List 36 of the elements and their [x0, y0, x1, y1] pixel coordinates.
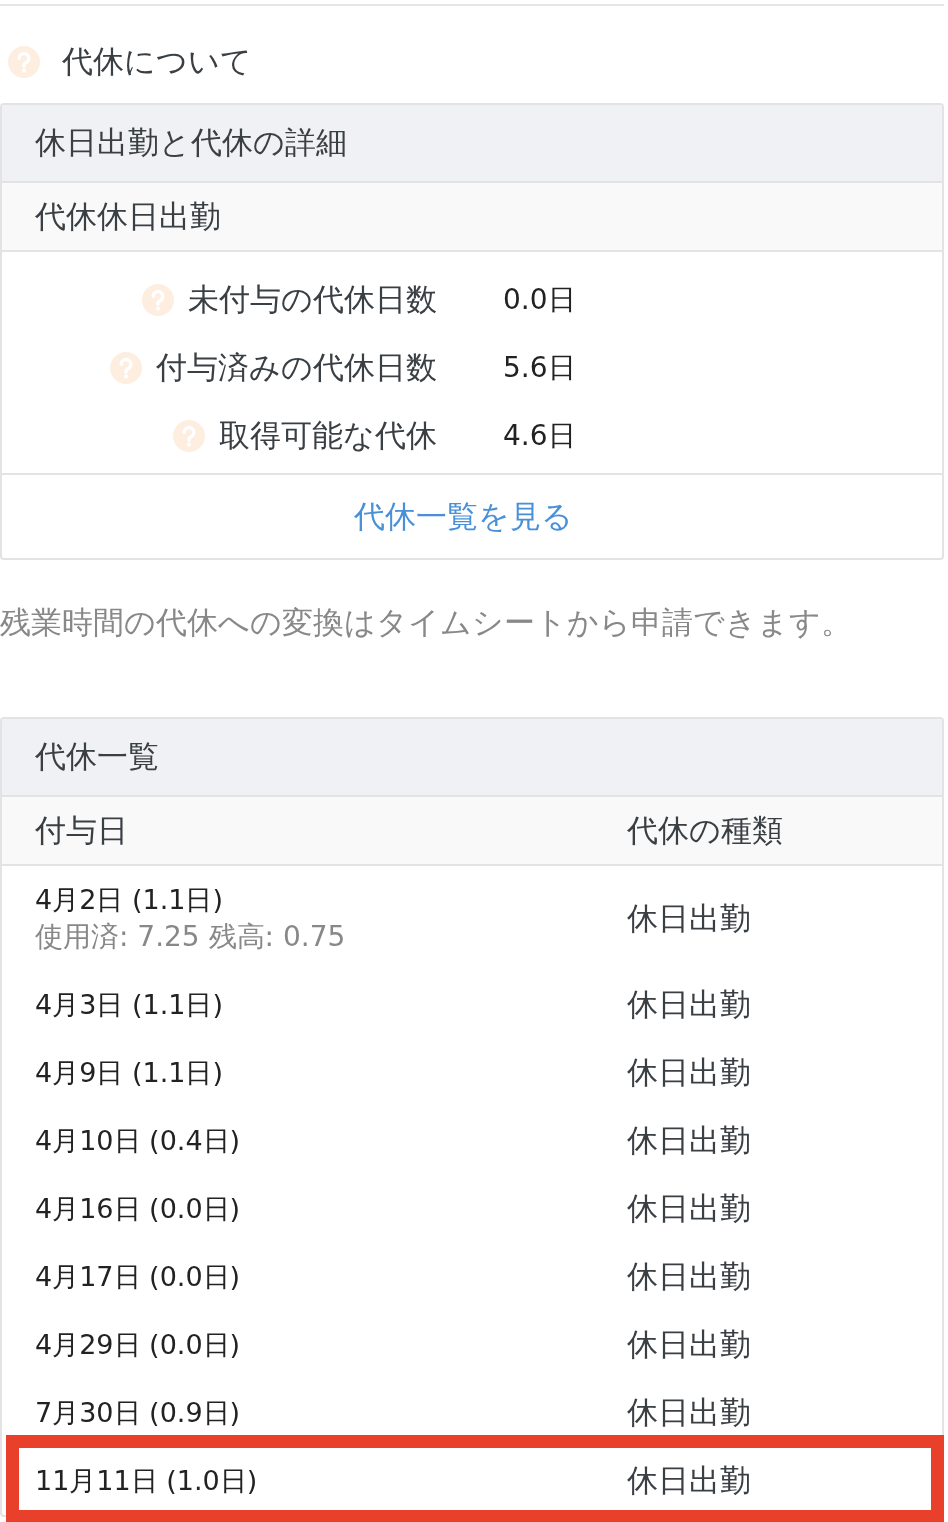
leave-type: 休日出勤 [627, 1257, 751, 1296]
note-text: 残業時間の代休への変換はタイムシートから申請できます。 [0, 602, 852, 642]
column-header: 代休の種類 [627, 810, 783, 850]
stat-value: 4.6日 [503, 418, 576, 454]
stat-label: 未付与の代休日数 [188, 280, 437, 319]
help-icon[interactable] [142, 284, 174, 316]
grant-date: 4月10日 (0.4日) [35, 1123, 241, 1158]
stat-label: 付与済みの代休日数 [156, 348, 437, 387]
grant-date: 4月2日 (1.1日) [35, 883, 223, 918]
stat-label: 取得可能な代休 [219, 416, 437, 455]
help-icon[interactable] [110, 352, 142, 384]
grant-date: 4月29日 (0.0日) [35, 1327, 241, 1362]
help-link[interactable]: 代休について [62, 42, 252, 81]
leave-type: 休日出勤 [627, 898, 751, 938]
panel-subtitle: 代休休日出勤 [2, 181, 942, 250]
grant-date: 7月30日 (0.9日) [35, 1395, 241, 1430]
panel-title: 休日出勤と代休の詳細 [2, 105, 942, 181]
help-icon[interactable] [173, 420, 205, 452]
leave-type: 休日出勤 [627, 1053, 751, 1092]
grant-date: 4月9日 (1.1日) [35, 1055, 223, 1090]
leave-type: 休日出勤 [627, 1121, 751, 1160]
grant-date: 4月3日 (1.1日) [35, 987, 223, 1022]
help-icon[interactable] [8, 45, 40, 78]
column-header: 付与日 [35, 810, 129, 850]
leave-type: 休日出勤 [627, 985, 751, 1024]
panel-title: 代休一覧 [2, 719, 942, 795]
leave-type: 休日出勤 [627, 1189, 751, 1228]
leave-type: 休日出勤 [627, 1393, 751, 1432]
grant-date: 4月16日 (0.0日) [35, 1191, 241, 1226]
stat-value: 5.6日 [503, 350, 576, 386]
grant-date: 11月11日 (1.0日) [35, 1463, 258, 1498]
leave-type: 休日出勤 [627, 1325, 751, 1364]
grant-date: 4月17日 (0.0日) [35, 1259, 241, 1294]
stat-value: 0.0日 [503, 282, 576, 318]
leave-type: 休日出勤 [627, 1461, 751, 1500]
usage-text: 使用済: 7.25 残高: 0.75 [35, 918, 346, 955]
